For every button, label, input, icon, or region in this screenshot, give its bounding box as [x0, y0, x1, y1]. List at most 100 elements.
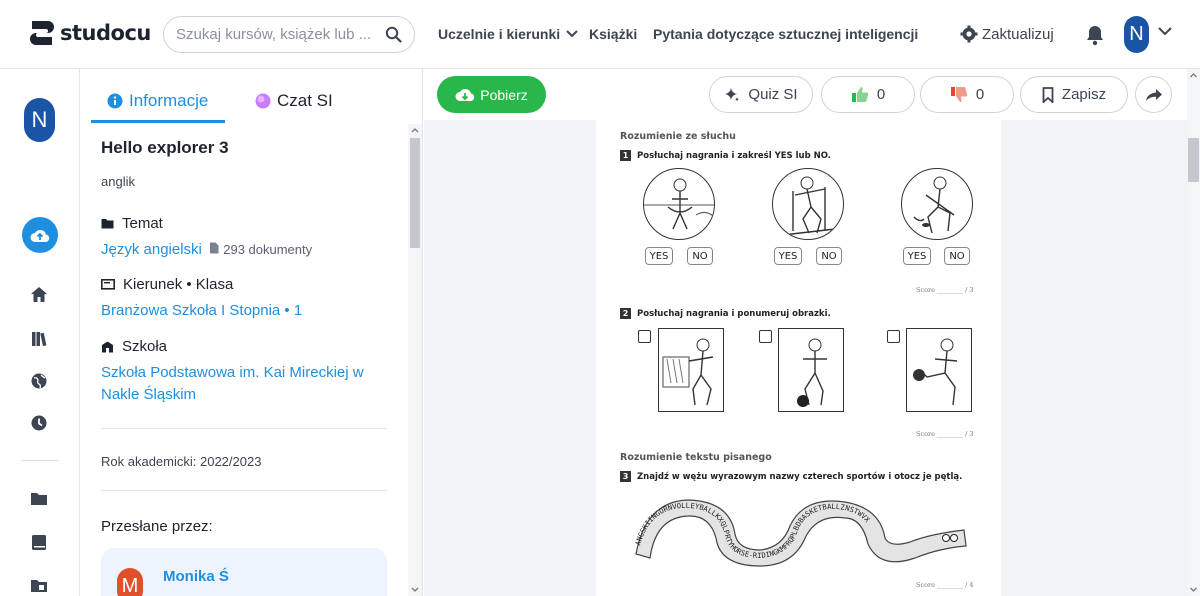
svg-text:ANGSKIINGORNVOLLEYBALLKXQLPRTY: ANGSKIINGORNVOLLEYBALLKXQLPRTYHORSE-RIDI…: [633, 501, 872, 560]
topic-link[interactable]: Język angielski: [101, 241, 202, 258]
upload-button[interactable]: [22, 217, 58, 253]
chevron-down-icon: [566, 30, 578, 38]
download-label: Pobierz: [480, 86, 528, 103]
number-box: [759, 330, 772, 343]
course-link[interactable]: Branżowa Szkoła I Stopnia • 1: [101, 300, 302, 322]
question-3-text: Znajdź w wężu wyrazowym nazwy czterech s…: [637, 471, 963, 482]
library-icon[interactable]: [30, 329, 48, 347]
document-page: Rozumienie ze słuchu 1 Posłuchaj nagrani…: [596, 120, 1001, 596]
topic-doc-count: 293 dokumenty: [223, 242, 313, 257]
dislike-count: 0: [975, 86, 985, 103]
question-2: 2 Posłuchaj nagrania i ponumeruj obrazki…: [620, 308, 831, 319]
scroll-down-icon[interactable]: [408, 584, 422, 596]
download-button[interactable]: Pobierz: [437, 76, 546, 113]
section-reading-heading: Rozumienie tekstu pisanego: [620, 452, 772, 463]
panel-scrollbar[interactable]: [408, 124, 422, 596]
question-number: 2: [620, 308, 631, 319]
home-icon[interactable]: [30, 285, 48, 303]
question-3: 3 Znajdź w wężu wyrazowym nazwy czterech…: [620, 471, 962, 482]
clock-icon[interactable]: [30, 414, 48, 432]
document-toolbar: Pobierz Quiz SI 0 0 Zapisz: [424, 69, 1200, 120]
panel-scroll-thumb[interactable]: [410, 138, 420, 248]
school-label-text: Szkoła: [122, 338, 168, 355]
studocu-logo-icon: [30, 21, 54, 45]
bookmark-icon: [1042, 86, 1054, 103]
uploader-card[interactable]: M Monika Ś: [101, 548, 387, 596]
no-option: NO: [944, 247, 970, 265]
uploader-avatar[interactable]: M: [117, 568, 143, 596]
question-1: 1 Posłuchaj nagrania i zakreśl YES lub N…: [620, 150, 831, 161]
document-subtitle: anglik: [101, 174, 135, 189]
dislike-button[interactable]: 0: [920, 76, 1014, 113]
sparkle-icon: [725, 87, 740, 102]
school-link-line1[interactable]: Szkoła Podstawowa im. Kai Mireckiej w: [101, 362, 364, 384]
score-line: Score ________ / 3: [916, 430, 974, 438]
no-option: NO: [816, 247, 842, 265]
school-icon: [102, 341, 113, 352]
topic-row: Język angielski 293 dokumenty: [101, 239, 312, 261]
tab-information[interactable]: Informacje: [107, 91, 208, 111]
question-2-text: Posłuchaj nagrania i ponumeruj obrazki.: [637, 308, 831, 319]
save-button[interactable]: Zapisz: [1020, 76, 1128, 113]
uploader-name[interactable]: Monika Ś: [163, 568, 229, 585]
search-icon[interactable]: [385, 26, 402, 43]
score-line: Score ________ / 3: [916, 286, 974, 294]
nav-books-label: Książki: [589, 26, 638, 42]
exercise-picture: [906, 328, 972, 412]
yes-option: YES: [645, 247, 673, 265]
like-button[interactable]: 0: [821, 76, 915, 113]
yes-option: YES: [903, 247, 931, 265]
rail-avatar[interactable]: N: [24, 98, 55, 142]
word-snake-letters: ANGSKIINGORNVOLLEYBALLKXQLPRTYHORSE-RIDI…: [633, 501, 872, 560]
topic-label: Temat: [101, 215, 163, 232]
gear-icon: [960, 25, 978, 43]
school-label: Szkoła: [101, 338, 167, 355]
school-link-line2[interactable]: Nakle Śląskim: [101, 384, 196, 406]
nav-books[interactable]: Książki: [589, 26, 637, 42]
user-initial: N: [1129, 23, 1144, 45]
user-avatar[interactable]: N: [1124, 16, 1149, 53]
document-title: Hello explorer 3: [101, 138, 229, 157]
exercise-picture: [643, 168, 715, 240]
ai-quiz-label: Quiz SI: [748, 86, 798, 103]
scroll-down-icon[interactable]: [1187, 584, 1200, 596]
document-viewer[interactable]: Rozumienie ze słuchu 1 Posłuchaj nagrani…: [424, 120, 1200, 596]
nav-universities[interactable]: Uczelnie i kierunki: [438, 26, 578, 42]
book-icon[interactable]: [30, 533, 48, 551]
folder-icon[interactable]: [30, 489, 48, 507]
scroll-up-icon[interactable]: [1187, 69, 1200, 81]
studocu-logo[interactable]: studocu: [28, 18, 151, 48]
viewer-scrollbar[interactable]: [1187, 69, 1200, 596]
search-input[interactable]: [176, 26, 385, 43]
course-label: Kierunek • Klasa: [101, 276, 233, 293]
top-header: studocu Uczelnie i kierunki Książki Pyta…: [0, 0, 1200, 69]
shared-folder-icon[interactable]: [30, 576, 48, 594]
scroll-up-icon[interactable]: [408, 124, 422, 136]
upload-icon: [30, 229, 50, 242]
divider: [101, 490, 387, 491]
share-button[interactable]: [1135, 76, 1172, 113]
score-line: Score ________ / 4: [916, 581, 974, 589]
topic-label-text: Temat: [122, 215, 163, 232]
info-panel: Informacje Czat SI Hello explorer 3 angl…: [80, 69, 423, 596]
certificate-icon: [101, 278, 115, 290]
chevron-down-icon[interactable]: [1158, 27, 1172, 36]
viewer-scroll-thumb[interactable]: [1188, 138, 1199, 182]
rail-divider: [22, 460, 58, 461]
upgrade-button[interactable]: Zaktualizuj: [960, 25, 1054, 43]
no-option: NO: [687, 247, 713, 265]
question-number: 3: [620, 471, 631, 482]
exercise-picture: [901, 168, 973, 240]
tab-ai-chat[interactable]: Czat SI: [255, 91, 333, 111]
tab-ai-chat-label: Czat SI: [277, 91, 333, 110]
nav-ai-questions[interactable]: Pytania dotyczące sztucznej inteligencji: [653, 26, 918, 42]
ai-quiz-button[interactable]: Quiz SI: [709, 76, 813, 113]
document-icon: [210, 242, 219, 254]
bell-icon[interactable]: [1085, 24, 1105, 46]
globe-icon[interactable]: [30, 372, 48, 390]
question-1-text: Posłuchaj nagrania i zakreśl YES lub NO.: [637, 150, 832, 161]
active-tab-indicator: [91, 120, 225, 123]
save-label: Zapisz: [1061, 86, 1107, 103]
search-bar[interactable]: [163, 16, 415, 53]
uploader-initial: M: [121, 574, 139, 596]
